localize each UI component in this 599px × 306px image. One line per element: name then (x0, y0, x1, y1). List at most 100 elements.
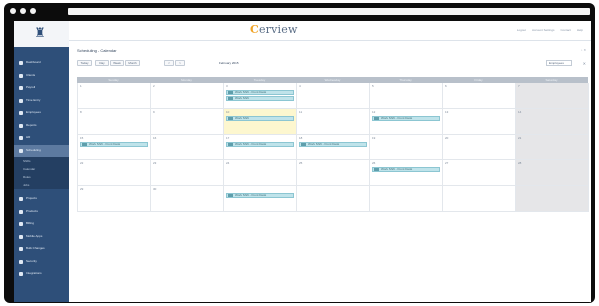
lock-icon (19, 259, 23, 264)
calendar-event[interactable]: Work Shift - Front Desk (80, 141, 148, 147)
calendar-day-cell[interactable]: 11 (297, 108, 370, 135)
home-logo-icon: ♜ (34, 25, 46, 40)
calendar-day-cell[interactable]: 19 (370, 134, 443, 161)
calendar-day-cell[interactable]: 21 (516, 134, 589, 161)
sidebar-item-employees[interactable]: Employees (14, 107, 69, 119)
sidebar-item-security[interactable]: Security (14, 256, 69, 268)
toolbar-button-0[interactable]: Today (77, 60, 92, 66)
window-dot-maximize[interactable] (30, 8, 36, 14)
calendar-day-cell[interactable]: 10 (224, 108, 297, 135)
close-icon[interactable]: ✕ (583, 61, 586, 66)
top-link-3[interactable]: Help (577, 28, 583, 32)
sidebar-item-products[interactable]: Products (14, 206, 69, 218)
sidebar-item-bulk-changes[interactable]: Bulk Changes (14, 243, 69, 255)
calendar-day-cell[interactable]: 25 (297, 160, 370, 187)
logo-box[interactable]: ♜ (14, 21, 69, 47)
calendar-day-cell[interactable] (370, 186, 443, 212)
calendar-day-cell[interactable] (297, 186, 370, 212)
calendar-day-cell[interactable]: 15 (78, 134, 151, 161)
calendar-day-cell[interactable]: 23 (151, 160, 224, 187)
day-number: 19 (372, 135, 376, 140)
sidebar-subitem-jobs[interactable]: Jobs (14, 181, 69, 189)
window-dot-close[interactable] (10, 8, 16, 14)
main-content: Cerview Logout Account Settings Contact Hel… (69, 21, 591, 302)
sidebar-item-billing[interactable]: Billing (14, 218, 69, 230)
top-link-0[interactable]: Logout (517, 28, 526, 32)
toolbar-button-4[interactable]: < (164, 60, 174, 66)
calendar-day-cell[interactable]: 26 (370, 160, 443, 187)
sidebar-item-integrations[interactable]: Integrations (14, 268, 69, 280)
day-number: 10 (226, 109, 230, 114)
sidebar-item-label: Security (26, 258, 37, 263)
top-link-2[interactable]: Contact (560, 28, 570, 32)
sidebar-subitem-rules[interactable]: Rules (14, 173, 69, 181)
calendar-day-cell[interactable]: 24 (224, 160, 297, 187)
clients-icon (19, 73, 23, 78)
calendar-day-cell[interactable]: 6 (443, 83, 516, 109)
toolbar-button-1[interactable]: Day (95, 60, 109, 66)
sidebar-item-payroll[interactable]: Payroll (14, 82, 69, 94)
day-number: 24 (226, 161, 230, 166)
sidebar-item-time-entry[interactable]: Time Entry (14, 95, 69, 107)
page-action-icons[interactable]: ↓ ✕ (581, 48, 586, 52)
calendar-day-cell[interactable]: 30 (151, 186, 224, 212)
calendar-event[interactable]: Work Shift (226, 96, 294, 101)
sidebar-item-label: Products (26, 208, 38, 213)
toolbar-button-5[interactable]: > (175, 60, 185, 66)
event-color-tag (228, 116, 233, 120)
calendar-day-cell[interactable]: 2 (151, 83, 224, 109)
calendar-day-cell[interactable] (224, 186, 297, 212)
calendar-day-cell[interactable]: 13 (443, 108, 516, 135)
calendar-day-cell[interactable] (443, 186, 516, 212)
sidebar-item-scheduling[interactable]: Scheduling (14, 144, 69, 157)
toolbar-button-3[interactable]: Month (125, 60, 140, 66)
sidebar-item-mobile-apps[interactable]: Mobile Apps (14, 231, 69, 243)
projects-icon (19, 197, 23, 201)
calendar-event[interactable]: Work Shift - Front Desk (372, 115, 440, 121)
calendar-event[interactable]: Work Shift - Front Desk (226, 141, 294, 147)
calendar-event[interactable]: Work Shift (226, 115, 294, 121)
sidebar-subitem-label: Jobs (23, 183, 30, 187)
calendar-day-cell[interactable]: 14 (516, 108, 589, 135)
view-select[interactable]: Employees (546, 60, 572, 66)
event-label: Work Shift - Front Desk (381, 115, 413, 120)
sidebar-item-label: Time Entry (26, 97, 41, 102)
calendar-event[interactable]: Work Shift - Front Desk (226, 90, 294, 95)
calendar-day-cell[interactable]: 12 (370, 108, 443, 135)
calendar-day-cell[interactable]: 7 (516, 83, 589, 109)
day-number: 13 (445, 109, 449, 114)
calendar-day-cell[interactable]: 22 (78, 160, 151, 187)
calendar-day-cell[interactable]: 5 (370, 83, 443, 109)
top-link-1[interactable]: Account Settings (532, 28, 555, 32)
calendar-day-cell[interactable]: 9 (151, 108, 224, 135)
address-bar[interactable] (68, 8, 590, 15)
sidebar-item-label: Projects (26, 196, 37, 200)
toolbar-button-2[interactable]: Week (110, 60, 124, 66)
hr-icon (19, 136, 23, 140)
sidebar-item-dashboard[interactable]: Dashboard (14, 57, 69, 69)
sidebar-item-hr[interactable]: HR (14, 132, 69, 144)
monitor-frame: ♜ Dashboard Clients Payroll Time Entry Emplo… (4, 3, 595, 303)
sidebar-item-clients[interactable]: Clients (14, 70, 69, 82)
calendar-day-cell[interactable] (516, 186, 589, 212)
sidebar-item-reports[interactable]: Reports (14, 120, 69, 132)
calendar-event[interactable]: Work Shift - Front Desk (226, 193, 294, 199)
calendar-event[interactable]: Work Shift - Front Desk (299, 141, 367, 147)
day-number: 27 (445, 161, 449, 166)
calendar-day-cell[interactable]: 8 (78, 108, 151, 135)
sidebar-subitem-calendar[interactable]: Calendar (14, 165, 69, 173)
clock-icon (19, 98, 23, 103)
calendar-day-cell[interactable]: 17 (224, 134, 297, 161)
calendar-day-cell[interactable]: 27 (443, 160, 516, 187)
calendar-day-cell[interactable]: 28 (516, 160, 589, 187)
calendar-day-cell[interactable]: 18 (297, 134, 370, 161)
calendar-day-cell[interactable]: 1 (78, 83, 151, 109)
sidebar-item-projects[interactable]: Projects (14, 193, 69, 205)
calendar-day-cell[interactable]: 29 (78, 186, 151, 212)
calendar-day-cell[interactable]: 16 (151, 134, 224, 161)
calendar-day-cell[interactable]: 20 (443, 134, 516, 161)
sidebar-subitem-shifts[interactable]: Shifts (14, 157, 69, 165)
window-dot-minimize[interactable] (20, 8, 26, 14)
calendar-day-cell[interactable]: 4 (297, 83, 370, 109)
calendar-event[interactable]: Work Shift - Front Desk (372, 167, 440, 173)
